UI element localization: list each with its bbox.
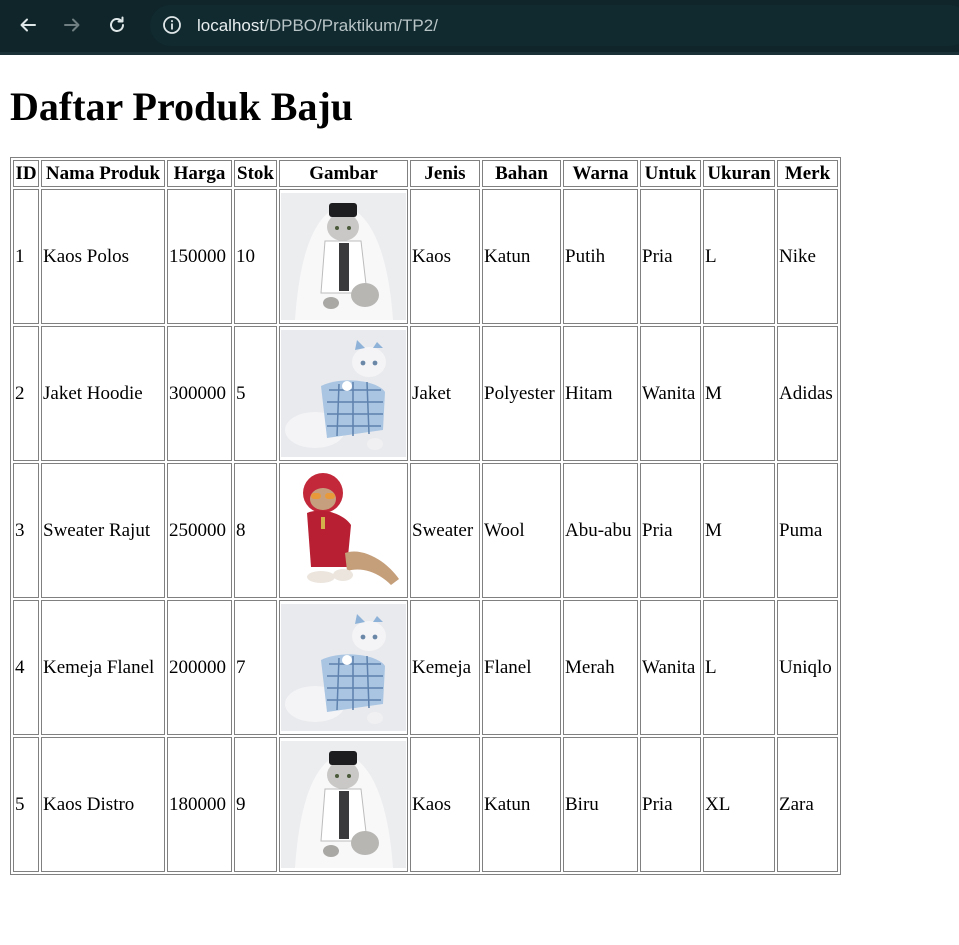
cell-nama-produk: Kaos Distro	[41, 737, 165, 872]
cell-merk: Uniqlo	[777, 600, 838, 735]
cell-gambar	[279, 463, 408, 598]
cell-stok: 5	[234, 326, 277, 461]
cell-nama-produk: Sweater Rajut	[41, 463, 165, 598]
header-gambar: Gambar	[279, 160, 408, 187]
cell-jenis: Kemeja	[410, 600, 480, 735]
url-host: localhost	[197, 16, 265, 35]
header-bahan: Bahan	[482, 160, 561, 187]
cat-in-red-hoodie-with-sunglasses	[281, 467, 406, 594]
cell-ukuran: M	[703, 463, 775, 598]
cell-id: 4	[13, 600, 39, 735]
cell-stok: 9	[234, 737, 277, 872]
reload-icon[interactable]	[102, 10, 132, 40]
cell-merk: Adidas	[777, 326, 838, 461]
cell-bahan: Polyester	[482, 326, 561, 461]
cell-jenis: Kaos	[410, 189, 480, 324]
header-nama-produk: Nama Produk	[41, 160, 165, 187]
table-row: 4 Kemeja Flanel 200000 7 Kemeja Flanel M…	[13, 600, 838, 735]
cell-merk: Puma	[777, 463, 838, 598]
cell-ukuran: M	[703, 326, 775, 461]
table-row: 5 Kaos Distro 180000 9 Kaos Katun Biru P…	[13, 737, 838, 872]
browser-toolbar: localhost/DPBO/Praktikum/TP2/	[0, 0, 959, 55]
cell-id: 1	[13, 189, 39, 324]
cell-id: 2	[13, 326, 39, 461]
cell-untuk: Pria	[640, 737, 701, 872]
header-ukuran: Ukuran	[703, 160, 775, 187]
header-stok: Stok	[234, 160, 277, 187]
table-row: 1 Kaos Polos 150000 10 Kaos Katun Putih …	[13, 189, 838, 324]
cell-jenis: Sweater	[410, 463, 480, 598]
cell-gambar	[279, 326, 408, 461]
cell-stok: 7	[234, 600, 277, 735]
cell-id: 3	[13, 463, 39, 598]
cell-jenis: Jaket	[410, 326, 480, 461]
address-bar[interactable]: localhost/DPBO/Praktikum/TP2/	[150, 5, 959, 46]
cell-nama-produk: Kemeja Flanel	[41, 600, 165, 735]
cell-ukuran: L	[703, 600, 775, 735]
cell-warna: Hitam	[563, 326, 638, 461]
cell-gambar	[279, 189, 408, 324]
header-jenis: Jenis	[410, 160, 480, 187]
cell-harga: 250000	[167, 463, 232, 598]
cell-bahan: Katun	[482, 737, 561, 872]
cell-bahan: Flanel	[482, 600, 561, 735]
cell-nama-produk: Kaos Polos	[41, 189, 165, 324]
header-merk: Merk	[777, 160, 838, 187]
cell-stok: 8	[234, 463, 277, 598]
cell-warna: Putih	[563, 189, 638, 324]
cell-untuk: Pria	[640, 189, 701, 324]
cell-warna: Abu-abu	[563, 463, 638, 598]
cell-id: 5	[13, 737, 39, 872]
cell-harga: 180000	[167, 737, 232, 872]
cell-warna: Biru	[563, 737, 638, 872]
cell-harga: 300000	[167, 326, 232, 461]
cell-bahan: Wool	[482, 463, 561, 598]
cell-warna: Merah	[563, 600, 638, 735]
cell-ukuran: XL	[703, 737, 775, 872]
table-row: 2 Jaket Hoodie 300000 5 Jaket Polyester …	[13, 326, 838, 461]
cell-jenis: Kaos	[410, 737, 480, 872]
table-header-row: ID Nama Produk Harga Stok Gambar Jenis B…	[13, 160, 838, 187]
cell-gambar	[279, 600, 408, 735]
table-row: 3 Sweater Rajut 250000 8 Sweater Wool Ab…	[13, 463, 838, 598]
site-info-icon[interactable]	[162, 15, 182, 35]
cell-harga: 200000	[167, 600, 232, 735]
url-path: /DPBO/Praktikum/TP2/	[264, 16, 438, 35]
cell-ukuran: L	[703, 189, 775, 324]
header-id: ID	[13, 160, 39, 187]
header-warna: Warna	[563, 160, 638, 187]
cell-harga: 150000	[167, 189, 232, 324]
cell-nama-produk: Jaket Hoodie	[41, 326, 165, 461]
cell-stok: 10	[234, 189, 277, 324]
cell-untuk: Pria	[640, 463, 701, 598]
cat-in-blue-plaid-dress	[281, 330, 406, 457]
header-untuk: Untuk	[640, 160, 701, 187]
cell-untuk: Wanita	[640, 600, 701, 735]
header-harga: Harga	[167, 160, 232, 187]
url-text[interactable]: localhost/DPBO/Praktikum/TP2/	[197, 15, 438, 36]
cat-in-blue-plaid-dress	[281, 604, 406, 731]
forward-arrow-icon[interactable]	[57, 10, 87, 40]
cell-bahan: Katun	[482, 189, 561, 324]
cat-in-white-shirt-and-black-cap	[281, 741, 406, 868]
cell-merk: Nike	[777, 189, 838, 324]
cell-untuk: Wanita	[640, 326, 701, 461]
cat-in-white-shirt-and-black-cap	[281, 193, 406, 320]
cell-gambar	[279, 737, 408, 872]
page-content: Daftar Produk Baju ID Nama Produk Harga …	[0, 55, 959, 945]
back-arrow-icon[interactable]	[13, 10, 43, 40]
page-title: Daftar Produk Baju	[10, 84, 354, 129]
product-table: ID Nama Produk Harga Stok Gambar Jenis B…	[10, 157, 841, 875]
cell-merk: Zara	[777, 737, 838, 872]
